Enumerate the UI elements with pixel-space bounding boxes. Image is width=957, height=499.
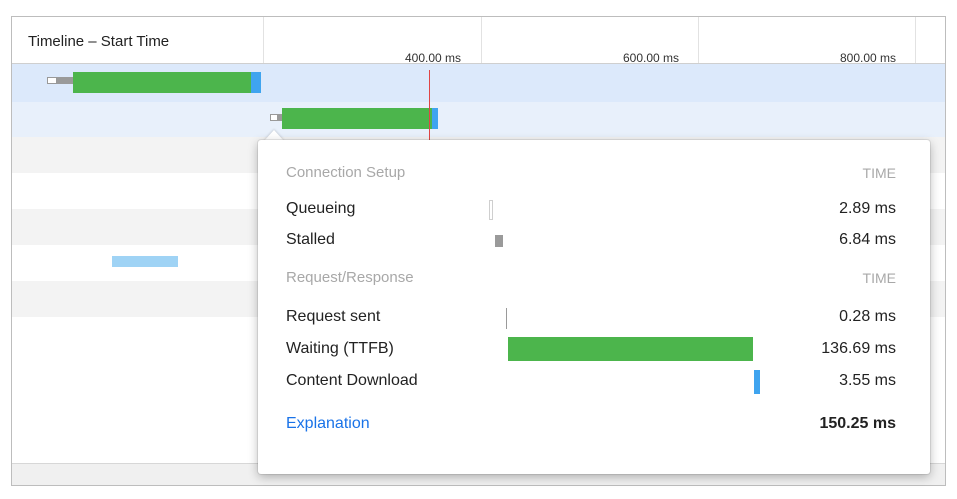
time-column-heading: TIME: [862, 270, 896, 286]
content-download-label: Content Download: [286, 372, 418, 389]
connection-setup-heading: Connection Setup: [286, 164, 406, 181]
queueing-label: Queueing: [286, 200, 356, 217]
request-row-hovered[interactable]: [12, 102, 945, 137]
request-sent-label: Request sent: [286, 308, 381, 325]
request-row-selected[interactable]: [12, 64, 945, 102]
queueing-bar: [47, 77, 57, 84]
stalled-label: Stalled: [286, 231, 335, 248]
stalled-bar: [495, 235, 503, 247]
download-bar: [432, 108, 438, 129]
queueing-bar: [489, 200, 493, 220]
request-sent-value: 0.28 ms: [839, 308, 896, 325]
stalled-bar: [57, 77, 73, 84]
download-bar: [112, 256, 178, 267]
request-response-heading: Request/Response: [286, 269, 414, 286]
timing-popover: Connection Setup TIME Queueing 2.89 ms S…: [258, 140, 930, 474]
waiting-bar: [73, 72, 251, 93]
waiting-ttfb-bar: [508, 337, 753, 361]
content-download-bar: [754, 370, 760, 394]
stalled-value: 6.84 ms: [839, 231, 896, 248]
request-sent-bar: [506, 308, 507, 329]
waiting-ttfb-value: 136.69 ms: [821, 340, 896, 357]
queueing-bar: [270, 114, 278, 121]
total-time-value: 150.25 ms: [819, 415, 896, 432]
content-download-value: 3.55 ms: [839, 372, 896, 389]
time-column-heading: TIME: [862, 165, 896, 181]
waiting-ttfb-label: Waiting (TTFB): [286, 340, 394, 357]
timeline-column-header[interactable]: Timeline – Start Time: [28, 33, 169, 50]
waiting-bar: [282, 108, 432, 129]
explanation-link[interactable]: Explanation: [286, 415, 370, 433]
download-bar: [251, 72, 261, 93]
load-event-marker: [429, 70, 430, 145]
queueing-value: 2.89 ms: [839, 200, 896, 217]
